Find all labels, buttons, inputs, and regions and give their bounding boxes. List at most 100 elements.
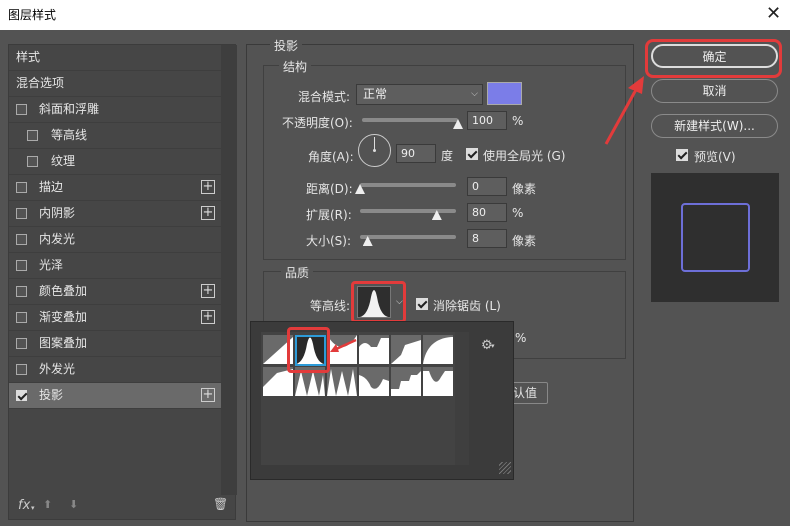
gear-menu-arrow-icon: ▾ [491,342,495,350]
gaussian-contour-icon[interactable] [359,335,389,364]
sidebar-item-label: 渐变叠加 [39,310,88,324]
size-label: 大小(S): [306,234,352,248]
resize-grip-icon[interactable] [499,462,511,474]
sidebar-item-label: 样式 [16,50,41,64]
size-slider-track[interactable] [360,235,456,239]
contour-picker-scrollbar[interactable] [455,332,469,465]
sidebar-item-label: 外发光 [39,362,76,376]
sidebar-item-styles[interactable]: 样式 [9,45,221,71]
size-input[interactable]: 8 [467,229,507,248]
gradient-overlay-checkbox[interactable] [16,312,27,323]
annotation-arrow-icon [330,338,357,352]
angle-input[interactable]: 90 [396,144,436,163]
sawtooth-contour-icon[interactable] [327,367,357,396]
sidebar-item-label: 纹理 [51,154,76,168]
opacity-slider-track[interactable] [362,118,458,122]
blend-mode-select[interactable]: 正常 ⌵ [356,84,483,105]
contour-preview[interactable] [357,286,391,318]
rolling-slope-contour-icon[interactable] [359,367,389,396]
spread-unit: % [512,206,524,220]
inner-glow-checkbox[interactable] [16,234,27,245]
chevron-down-icon: ⌵ [471,89,478,99]
preview-thumbnail [651,173,779,302]
add-gradient-overlay-icon[interactable]: + [201,310,215,324]
drop-shadow-checkbox[interactable] [16,390,27,401]
opacity-input[interactable]: 100 [467,111,507,130]
sidebar-item-stroke[interactable]: 描边 + [9,175,221,201]
spread-input[interactable]: 80 [467,203,507,222]
new-style-button[interactable]: 新建样式(W)... [651,114,778,138]
angle-dial-center [373,149,376,152]
sidebar-item-satin[interactable]: 光泽 [9,253,221,279]
texture-checkbox[interactable] [27,156,38,167]
structure-heading: 结构 [279,58,312,75]
add-drop-shadow-icon[interactable]: + [201,388,215,402]
sidebar-item-inner-glow[interactable]: 内发光 [9,227,221,253]
default-button-label: 认值 [513,386,538,400]
global-light-label: 使用全局光 (G) [483,149,566,163]
trash-icon[interactable]: 🗑 [213,497,228,511]
stroke-checkbox[interactable] [16,182,27,193]
antialias-checkbox[interactable] [416,298,428,310]
shadow-color-swatch[interactable] [487,82,522,105]
blend-mode-value: 正常 [363,87,388,101]
ok-annotation-arrow-icon [604,76,644,145]
global-light-checkbox[interactable] [466,148,478,160]
distance-unit: 像素 [512,182,537,196]
cove-contour-icon[interactable] [423,367,453,396]
sidebar-item-color-overlay[interactable]: 颜色叠加 + [9,279,221,305]
blend-mode-label: 混合模式: [298,90,351,104]
sidebar-item-texture[interactable]: 纹理 [9,149,221,175]
sidebar-item-bevel-emboss[interactable]: 斜面和浮雕 [9,97,221,123]
sidebar-item-contour[interactable]: 等高线 [9,123,221,149]
add-inner-shadow-icon[interactable]: + [201,206,215,220]
add-color-overlay-icon[interactable]: + [201,284,215,298]
quality-heading: 品质 [281,264,314,281]
size-unit: 像素 [512,234,537,248]
pattern-overlay-checkbox[interactable] [16,338,27,349]
distance-input[interactable]: 0 [467,177,507,196]
bevel-emboss-checkbox[interactable] [16,104,27,115]
cancel-button[interactable]: 取消 [651,79,778,103]
sidebar-item-gradient-overlay[interactable]: 渐变叠加 + [9,305,221,331]
sidebar-item-inner-shadow[interactable]: 内阴影 + [9,201,221,227]
contour-dropdown-icon[interactable]: ⌵ [396,297,403,307]
sidebar-item-outer-glow[interactable]: 外发光 [9,357,221,383]
angle-dial[interactable] [358,134,391,167]
sidebar-item-pattern-overlay[interactable]: 图案叠加 [9,331,221,357]
sidebar-item-label: 内发光 [39,232,76,246]
angle-unit: 度 [441,149,454,163]
add-stroke-icon[interactable]: + [201,180,215,194]
satin-checkbox[interactable] [16,260,27,271]
half-round-contour-icon[interactable] [391,335,421,364]
fx-icon[interactable]: fx [18,498,30,513]
move-down-icon[interactable]: ⬇ [69,498,78,511]
outer-glow-checkbox[interactable] [16,364,27,375]
inner-shadow-checkbox[interactable] [16,208,27,219]
sidebar-item-label: 投影 [39,388,64,402]
move-up-icon[interactable]: ⬆ [43,498,52,511]
sidebar-scrollbar[interactable] [221,45,237,495]
sidebar-item-label: 混合选项 [16,76,65,90]
contour-checkbox[interactable] [27,130,38,141]
sidebar-item-label: 等高线 [51,128,88,142]
spread-slider-track[interactable] [360,209,456,213]
distance-slider-track[interactable] [360,183,456,187]
stepped-contour-icon[interactable] [391,367,421,396]
sidebar-item-label: 颜色叠加 [39,284,88,298]
window-title: 图层样式 [8,8,57,22]
spread-label: 扩展(R): [306,208,352,222]
sidebar-item-blending-options[interactable]: 混合选项 [9,71,221,97]
ring-contour-icon[interactable] [423,335,453,364]
sidebar-item-drop-shadow[interactable]: 投影 + [9,383,221,409]
selected-contour-highlight-box [287,327,330,373]
fx-menu-arrow-icon: ▾ [31,504,35,512]
noise-unit-fragment: % [515,331,527,345]
sidebar-item-label: 斜面和浮雕 [39,102,100,116]
close-icon[interactable]: ✕ [766,3,781,24]
drop-shadow-heading: 投影 [270,37,303,54]
preview-checkbox[interactable] [676,149,688,161]
preview-label: 预览(V) [694,150,736,164]
color-overlay-checkbox[interactable] [16,286,27,297]
ok-button[interactable]: 确定 [651,44,778,68]
